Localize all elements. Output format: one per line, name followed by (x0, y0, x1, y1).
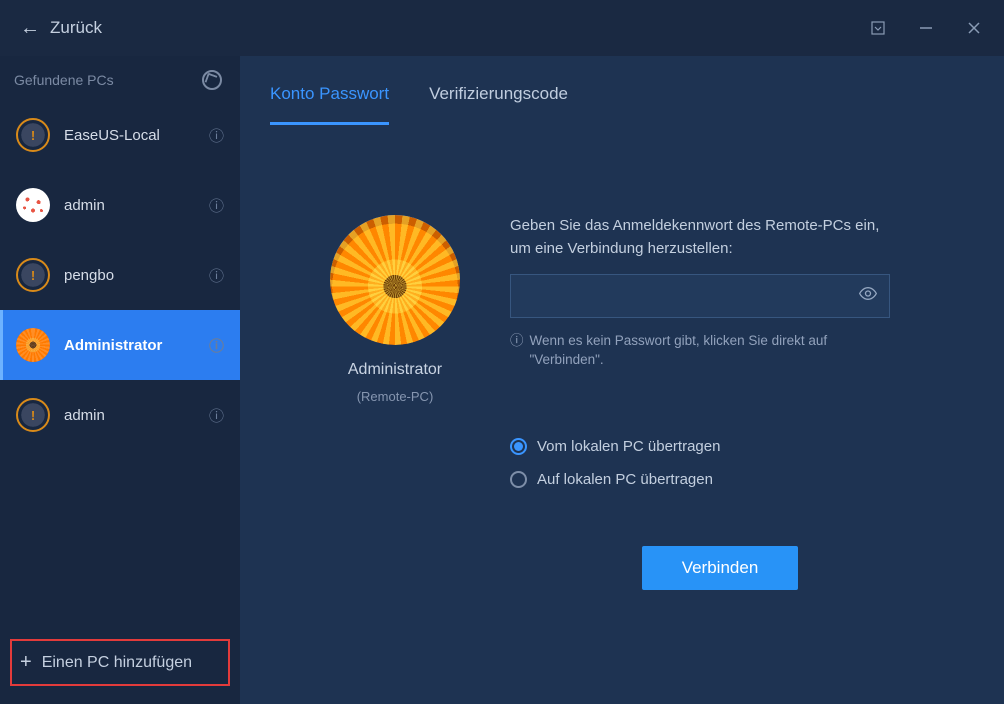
sidebar-item-label: Administrator (64, 337, 195, 354)
minimize-button[interactable] (916, 18, 936, 38)
close-button[interactable] (964, 18, 984, 38)
pc-avatar-icon (16, 118, 50, 152)
info-icon[interactable]: ⓘ (209, 335, 224, 356)
pc-avatar-icon (16, 188, 50, 222)
user-subtitle: (Remote-PC) (357, 389, 434, 404)
user-profile: Administrator (Remote-PC) (330, 215, 460, 404)
radio-label: Auf lokalen PC übertragen (537, 471, 713, 488)
info-icon[interactable]: ⓘ (209, 265, 224, 286)
sidebar-item-admin[interactable]: admin ⓘ (0, 170, 240, 240)
sidebar-item-label: admin (64, 197, 195, 214)
sidebar-item-label: pengbo (64, 267, 195, 284)
dropdown-icon[interactable] (868, 18, 888, 38)
sidebar-title: Gefundene PCs (14, 72, 114, 88)
password-input[interactable] (510, 274, 890, 318)
pc-avatar-icon (16, 258, 50, 292)
sidebar-item-label: EaseUS-Local (64, 127, 195, 144)
back-label: Zurück (50, 18, 102, 38)
password-prompt: Geben Sie das Anmeldekennwort des Remote… (510, 215, 890, 260)
radio-label: Vom lokalen PC übertragen (537, 438, 720, 455)
arrow-left-icon: ← (20, 17, 40, 40)
add-pc-label: Einen PC hinzufügen (42, 654, 192, 672)
titlebar: ← Zurück (0, 0, 1004, 56)
tab-password[interactable]: Konto Passwort (270, 84, 389, 125)
radio-unchecked-icon (510, 471, 527, 488)
eye-icon[interactable] (858, 284, 878, 309)
password-field-wrap (510, 274, 890, 318)
main-panel: Konto Passwort Verifizierungscode Admini… (240, 56, 1004, 704)
user-name: Administrator (348, 361, 442, 379)
sidebar-item-label: admin (64, 407, 195, 424)
sidebar-header: Gefundene PCs (0, 56, 240, 100)
radio-checked-icon (510, 438, 527, 455)
info-icon[interactable]: ⓘ (209, 195, 224, 216)
hint-text: Wenn es kein Passwort gibt, klicken Sie … (530, 332, 891, 370)
info-icon: ⓘ (510, 332, 524, 370)
tab-bar: Konto Passwort Verifizierungscode (270, 84, 974, 125)
sidebar: Gefundene PCs EaseUS-Local ⓘ admin ⓘ pen… (0, 56, 240, 704)
tab-verification-code[interactable]: Verifizierungscode (429, 84, 568, 125)
refresh-icon[interactable] (202, 70, 222, 90)
add-pc-button[interactable]: + Einen PC hinzufügen (10, 639, 230, 686)
avatar (330, 215, 460, 345)
sidebar-item-admin-2[interactable]: admin ⓘ (0, 380, 240, 450)
pc-avatar-icon (16, 328, 50, 362)
plus-icon: + (20, 651, 32, 674)
info-icon[interactable]: ⓘ (209, 405, 224, 426)
flower-icon (330, 215, 460, 345)
radio-from-local[interactable]: Vom lokalen PC übertragen (510, 438, 890, 455)
password-hint: ⓘ Wenn es kein Passwort gibt, klicken Si… (510, 332, 890, 370)
connect-button[interactable]: Verbinden (642, 546, 799, 590)
back-button[interactable]: ← Zurück (20, 17, 102, 40)
radio-to-local[interactable]: Auf lokalen PC übertragen (510, 471, 890, 488)
sidebar-item-pengbo[interactable]: pengbo ⓘ (0, 240, 240, 310)
pc-avatar-icon (16, 398, 50, 432)
sidebar-item-easeus-local[interactable]: EaseUS-Local ⓘ (0, 100, 240, 170)
info-icon[interactable]: ⓘ (209, 125, 224, 146)
transfer-direction-group: Vom lokalen PC übertragen Auf lokalen PC… (510, 438, 890, 488)
sidebar-item-administrator[interactable]: Administrator ⓘ (0, 310, 240, 380)
